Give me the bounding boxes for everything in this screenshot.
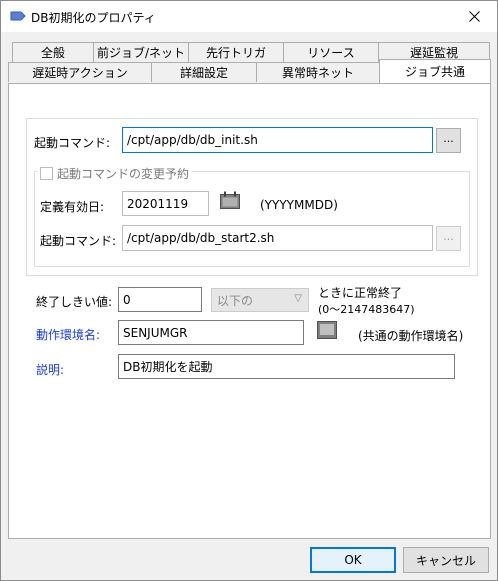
- tab-delay-action[interactable]: 遅延時アクション: [8, 62, 152, 82]
- chevron-down-icon: ▽: [294, 293, 302, 304]
- threshold-input[interactable]: 0: [118, 287, 202, 312]
- env-hint: (共通の動作環境名): [358, 329, 464, 343]
- tab-job-common[interactable]: ジョブ共通: [379, 59, 491, 83]
- tab-resource[interactable]: リソース: [283, 42, 379, 62]
- threshold-note-line1: ときに正常終了: [318, 286, 403, 300]
- reservation-checkbox-row[interactable]: 起動コマンドの変更予約: [37, 165, 193, 182]
- threshold-note-line2: (0〜2147483647): [318, 303, 415, 316]
- calendar-icon[interactable]: [220, 191, 240, 209]
- date-format-hint: (YYYYMMDD): [260, 198, 338, 212]
- job-icon: [10, 11, 26, 21]
- tab-panel-job-common: 起動コマンド: /cpt/app/db/db_init.sh ... 起動コマン…: [8, 83, 491, 539]
- cancel-button[interactable]: キャンセル: [403, 547, 489, 573]
- ok-button[interactable]: OK: [310, 547, 396, 573]
- tab-prev-job-net[interactable]: 前ジョブ/ネット: [93, 42, 189, 62]
- threshold-compare-value: 以下の: [217, 293, 254, 308]
- tab-preceding-trigger[interactable]: 先行トリガ: [188, 42, 284, 62]
- effective-date-label: 定義有効日:: [40, 200, 105, 214]
- start-command2-browse-button[interactable]: ...: [436, 226, 461, 251]
- reservation-checkbox-label: 起動コマンドの変更予約: [57, 167, 190, 181]
- tab-detail-settings[interactable]: 詳細設定: [151, 62, 257, 82]
- effective-date-input[interactable]: 20201119: [122, 191, 209, 216]
- start-command-label: 起動コマンド:: [34, 136, 111, 150]
- tab-general[interactable]: 全般: [12, 42, 94, 62]
- start-command-input[interactable]: /cpt/app/db/db_init.sh: [122, 127, 433, 153]
- description-label[interactable]: 説明:: [36, 361, 64, 378]
- env-select-icon[interactable]: [317, 321, 337, 339]
- start-command-browse-button[interactable]: ...: [436, 128, 461, 153]
- reservation-groupbox: [34, 171, 470, 267]
- env-label[interactable]: 動作環境名:: [36, 326, 100, 343]
- threshold-label: 終了しきい値:: [36, 295, 113, 309]
- title-bar: DB初期化のプロパティ: [1, 1, 497, 32]
- start-command2-input[interactable]: /cpt/app/db/db_start2.sh: [122, 225, 433, 251]
- tab-error-net[interactable]: 異常時ネット: [256, 62, 380, 82]
- start-command2-label: 起動コマンド:: [40, 234, 117, 248]
- window-title: DB初期化のプロパティ: [31, 11, 156, 25]
- description-input[interactable]: DB初期化を起動: [118, 354, 455, 379]
- close-button[interactable]: [451, 1, 497, 32]
- reservation-checkbox[interactable]: [40, 167, 53, 180]
- threshold-compare-select[interactable]: 以下の ▽: [211, 288, 309, 312]
- properties-dialog: DB初期化のプロパティ 全般 前ジョブ/ネット 先行トリガ リソース 遅延監視 …: [0, 0, 498, 581]
- env-input[interactable]: SENJUMGR: [118, 320, 304, 345]
- close-icon: [468, 11, 480, 22]
